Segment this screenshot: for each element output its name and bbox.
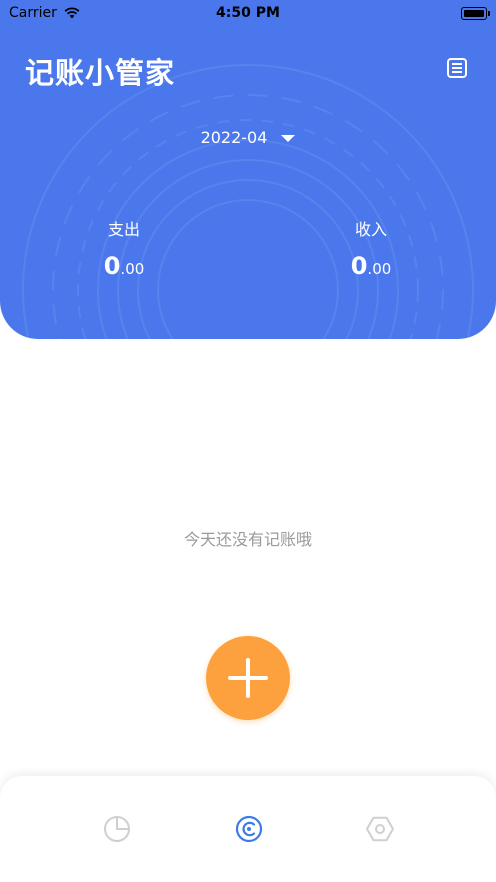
status-bar: Carrier 4:50 PM bbox=[0, 0, 496, 26]
app-title: 记账小管家 bbox=[25, 56, 176, 90]
tab-settings[interactable] bbox=[365, 814, 395, 844]
chart-pie-icon bbox=[104, 816, 130, 842]
add-record-button[interactable] bbox=[206, 636, 290, 720]
income-label: 收入 bbox=[354, 220, 387, 239]
tab-ledger[interactable] bbox=[234, 814, 264, 844]
income-amount-decimal: .00 bbox=[367, 260, 392, 278]
records-list-button[interactable] bbox=[445, 56, 469, 80]
battery-icon bbox=[461, 6, 490, 20]
income-summary: 收入 0.00 bbox=[291, 216, 451, 280]
tab-statistics[interactable] bbox=[102, 814, 132, 844]
settings-hex-icon bbox=[365, 816, 395, 842]
bottom-tab-bar bbox=[0, 776, 496, 882]
ledger-icon bbox=[235, 815, 263, 843]
expense-label: 支出 bbox=[107, 220, 140, 239]
month-label: 2022-04 bbox=[200, 128, 268, 147]
status-time: 4:50 PM bbox=[216, 5, 280, 21]
expense-summary: 支出 0.00 bbox=[44, 216, 204, 280]
dropdown-arrow-icon bbox=[281, 135, 296, 142]
expense-amount: 0.00 bbox=[44, 252, 204, 280]
plus-icon bbox=[228, 658, 268, 698]
expense-amount-decimal: .00 bbox=[120, 260, 145, 278]
expense-amount-integer: 0 bbox=[103, 252, 121, 280]
empty-state-message: 今天还没有记账哦 bbox=[183, 530, 312, 549]
list-document-icon bbox=[447, 58, 467, 78]
income-amount: 0.00 bbox=[291, 252, 451, 280]
header-panel: 记账小管家 2022-04 支出 0.00 收入 0.00 bbox=[0, 0, 496, 339]
income-amount-integer: 0 bbox=[350, 252, 368, 280]
month-selector[interactable]: 2022-04 bbox=[0, 128, 496, 147]
